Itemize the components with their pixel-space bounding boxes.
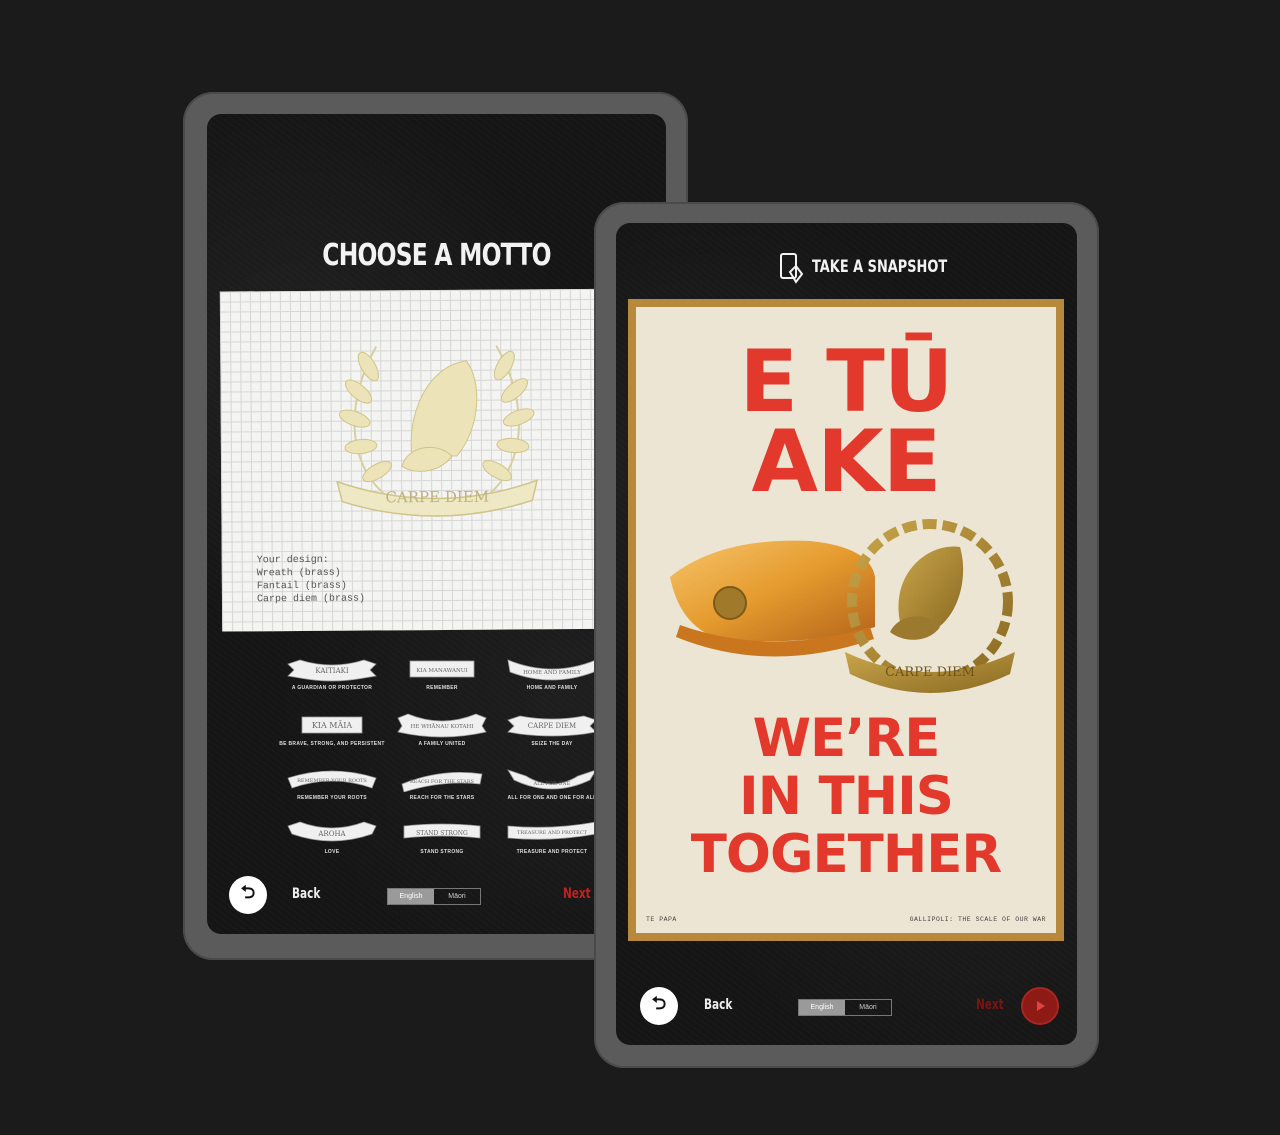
back-arrow-icon: ⮌ <box>651 993 667 1013</box>
svg-text:KIA MANAWANUI: KIA MANAWANUI <box>416 668 467 674</box>
play-button[interactable] <box>1021 987 1059 1025</box>
lang-english-option[interactable]: English <box>799 1000 845 1015</box>
ribbon-icon: KAITIAKI <box>287 659 377 682</box>
next-button[interactable]: Next <box>976 997 1004 1013</box>
svg-text:AROHA: AROHA <box>317 830 346 838</box>
next-button[interactable]: Next <box>563 886 591 902</box>
svg-text:TREASURE AND PROTECT: TREASURE AND PROTECT <box>517 830 588 836</box>
poster-frame: E TŪ AKE CARPE DIEM WE’RE IN THIS TOGETH… <box>628 299 1064 941</box>
snapshot-screen: TAKE A SNAPSHOT E TŪ AKE CARPE DIEM WE’R… <box>616 223 1077 1045</box>
design-summary-line: Carpe diem (brass) <box>256 593 366 606</box>
language-toggle: English Māori <box>798 999 892 1016</box>
back-button[interactable]: ⮌ <box>229 876 267 914</box>
ribbon-icon: STAND STRONG <box>403 823 481 839</box>
ribbon-icon: TREASURE AND PROTECT <box>507 821 597 840</box>
phone-camera-icon <box>780 253 804 284</box>
page-title: CHOOSE A MOTTO <box>322 238 551 273</box>
svg-text:STAND STRONG: STAND STRONG <box>416 830 468 837</box>
cap-and-badge-icon: CARPE DIEM <box>670 519 1015 693</box>
back-label[interactable]: Back <box>292 886 320 902</box>
ribbon-icon: AROHA <box>287 821 377 842</box>
back-button[interactable]: ⮌ <box>640 987 678 1025</box>
poster-headline-line3: WE’RE <box>752 708 941 769</box>
ribbon-icon: REMEMBER YOUR ROOTS <box>287 770 377 789</box>
svg-text:CARPE DIEM: CARPE DIEM <box>528 722 576 730</box>
ribbon-icon: HOME AND FAMILY <box>507 659 597 681</box>
svg-text:REACH FOR THE STARS: REACH FOR THE STARS <box>410 779 475 785</box>
tablet-right: TAKE A SNAPSHOT E TŪ AKE CARPE DIEM WE’R… <box>594 202 1099 1068</box>
badge-preview-icon: CARPE DIEM <box>336 345 539 518</box>
language-toggle: English Māori <box>387 888 481 905</box>
ribbon-icon: KIA MANAWANUI <box>409 660 475 678</box>
lang-maori-option[interactable]: Māori <box>434 889 480 904</box>
poster-headline-line2: AKE <box>751 412 942 512</box>
snapshot-label: TAKE A SNAPSHOT <box>812 257 948 277</box>
svg-text:KIA MĀIA: KIA MĀIA <box>312 721 353 730</box>
svg-text:HOME AND FAMILY: HOME AND FAMILY <box>523 670 581 676</box>
ribbon-icon: CARPE DIEM <box>507 715 597 737</box>
poster-footer-left: TE PAPA <box>646 916 677 923</box>
svg-text:HE WHĀNAU KOTAHI: HE WHĀNAU KOTAHI <box>411 723 474 730</box>
lang-english-option[interactable]: English <box>388 889 434 904</box>
svg-text:REMEMBER YOUR ROOTS: REMEMBER YOUR ROOTS <box>297 778 367 784</box>
back-arrow-icon: ⮌ <box>240 882 256 902</box>
ribbon-icon: KIA MĀIA <box>301 716 363 734</box>
poster-headline-line4: IN THIS <box>739 766 954 827</box>
svg-text:CARPE DIEM: CARPE DIEM <box>885 665 975 680</box>
design-summary-line: Your design: <box>256 554 329 567</box>
ribbon-icon: ALL FOR ONE <box>507 769 597 790</box>
ribbon-icon: HE WHĀNAU KOTAHI <box>397 713 487 738</box>
design-summary-line: Wreath (brass) <box>256 567 341 580</box>
ribbon-icon: REACH FOR THE STARS <box>401 771 483 792</box>
svg-text:ALL FOR ONE: ALL FOR ONE <box>533 781 571 787</box>
design-summary: Your design: Wreath (brass) Fantail (bra… <box>257 554 365 607</box>
snapshot-bar[interactable]: TAKE A SNAPSHOT <box>616 247 1077 287</box>
lang-maori-option[interactable]: Māori <box>845 1000 891 1015</box>
preview-motto-text: CARPE DIEM <box>385 488 489 507</box>
poster: E TŪ AKE CARPE DIEM WE’RE IN THIS TOGETH… <box>636 307 1056 933</box>
poster-footer-right: GALLIPOLI: THE SCALE OF OUR WAR <box>909 916 1046 923</box>
play-icon <box>1037 1001 1045 1011</box>
back-label[interactable]: Back <box>704 997 732 1013</box>
design-summary-line: Fantail (brass) <box>256 580 347 593</box>
poster-headline-line5: TOGETHER <box>690 824 1002 885</box>
svg-text:KAITIAKI: KAITIAKI <box>315 667 348 675</box>
